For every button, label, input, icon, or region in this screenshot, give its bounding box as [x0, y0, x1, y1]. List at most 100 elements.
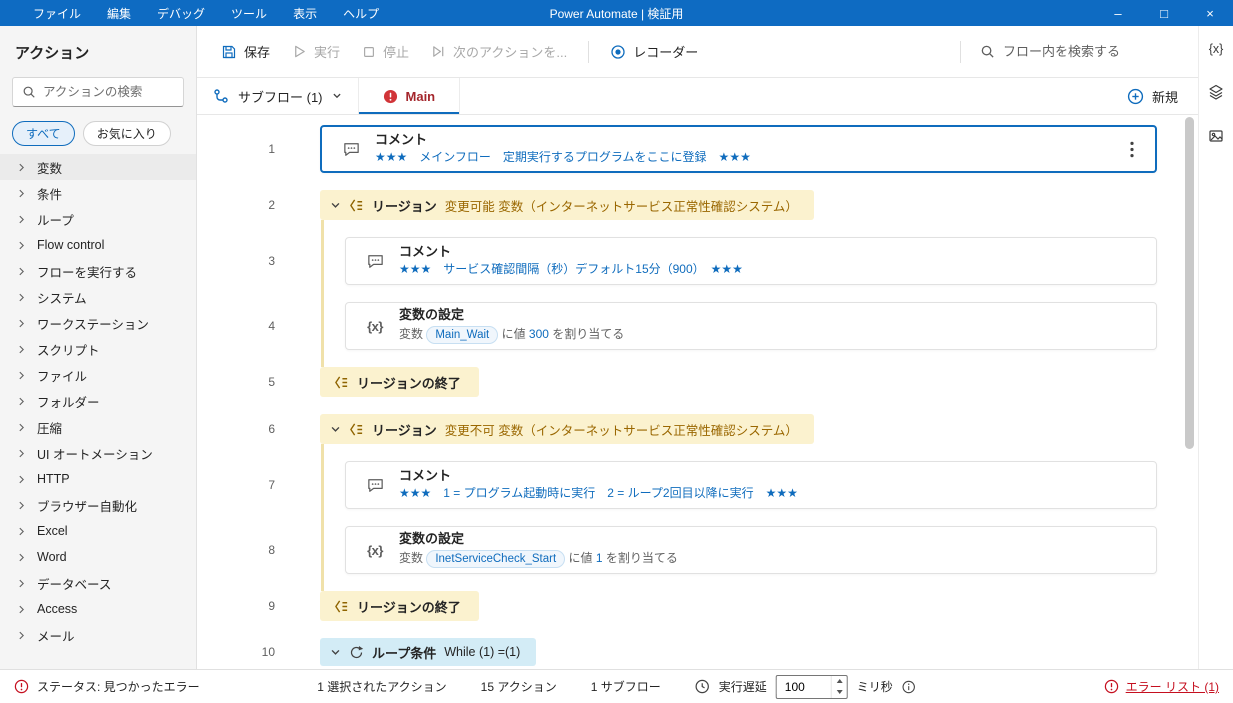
ui-elements-pane-button[interactable] — [1208, 84, 1224, 100]
variable-icon: {x} — [367, 542, 383, 558]
sidebar-item[interactable]: 圧縮 — [0, 414, 196, 440]
action-card-set-variable[interactable]: {x} 変数の設定 変数 Main_Wait に値 300 を割り当てる — [345, 302, 1157, 350]
sidebar-item[interactable]: Word — [0, 544, 196, 570]
sidebar-item-label: Flow control — [37, 238, 105, 252]
sidebar-item[interactable]: 条件 — [0, 180, 196, 206]
menu-item[interactable]: ヘルプ — [330, 0, 392, 26]
chevron-right-icon — [17, 163, 27, 172]
images-pane-button[interactable] — [1208, 128, 1224, 144]
variable-pill[interactable]: InetServiceCheck_Start — [426, 549, 566, 569]
region-name: 変更不可 変数（インターネットサービス正常性確認システム） — [444, 423, 798, 438]
plus-circle-icon — [1127, 88, 1144, 105]
sidebar-item[interactable]: Access — [0, 596, 196, 622]
stop-icon — [362, 45, 376, 59]
menu-item[interactable]: 編集 — [94, 0, 144, 26]
variables-pane-button[interactable]: {x} — [1209, 42, 1224, 56]
action-search-input[interactable] — [43, 85, 174, 99]
sidebar-item[interactable]: フォルダー — [0, 388, 196, 414]
chevron-down-icon[interactable] — [330, 647, 341, 658]
action-menu-button[interactable] — [1121, 141, 1143, 158]
chevron-right-icon — [17, 579, 27, 588]
spinner-down-icon[interactable] — [836, 690, 843, 694]
sidebar-item-label: Excel — [37, 524, 68, 538]
action-card-comment[interactable]: コメント ★★★ メインフロー 定期実行するプログラムをここに登録 ★★★ — [320, 125, 1157, 173]
status-message: ステータス: 見つかったエラー — [14, 678, 200, 695]
loop-condition[interactable]: ループ条件 While (1) =(1) — [320, 638, 537, 666]
minimize-button[interactable]: – — [1095, 0, 1141, 26]
actions-sidebar: アクション すべて お気に入り 変数条件ループ Flow control フローを実… — [0, 26, 197, 669]
action-card-comment[interactable]: コメント ★★★ 1 = プログラム起動時に実行 2 = ループ2回目以降に実行 … — [345, 461, 1157, 509]
toolbar: 保存 実行 停止 次のアクションを... レコーダー — [197, 26, 1198, 78]
canvas-scrollbar[interactable] — [1185, 117, 1194, 449]
step-button[interactable]: 次のアクションを... — [421, 36, 577, 68]
action-card-comment[interactable]: コメント ★★★ サービス確認間隔（秒）デフォルト15分（900） ★★★ — [345, 237, 1157, 285]
region-end-label: リージョンの終了 — [357, 375, 461, 391]
error-icon — [1104, 679, 1119, 694]
sidebar-item[interactable]: ブラウザー自動化 — [0, 492, 196, 518]
error-list-link[interactable]: エラー リスト (1) — [1104, 678, 1219, 695]
chevron-right-icon — [17, 423, 27, 432]
delay-spinner[interactable] — [830, 675, 847, 698]
sidebar-item[interactable]: システム — [0, 284, 196, 310]
menu-item[interactable]: ファイル — [20, 0, 94, 26]
info-icon[interactable] — [902, 680, 916, 694]
action-title: コメント — [375, 132, 428, 148]
region-end[interactable]: リージョンの終了 — [320, 591, 479, 621]
save-icon — [221, 44, 237, 60]
flow-search-box[interactable] — [972, 44, 1184, 59]
close-button[interactable]: × — [1187, 0, 1233, 26]
subflow-selector[interactable]: サブフロー (1) — [197, 78, 359, 114]
chevron-right-icon — [17, 605, 27, 614]
menu-item[interactable]: 表示 — [280, 0, 330, 26]
sidebar-item[interactable]: フローを実行する — [0, 258, 196, 284]
chevron-down-icon[interactable] — [330, 424, 341, 435]
recorder-button[interactable]: レコーダー — [600, 36, 708, 68]
filter-favorites-pill[interactable]: お気に入り — [82, 121, 171, 146]
sidebar-item[interactable]: メール — [0, 622, 196, 648]
flow-search-input[interactable] — [1003, 44, 1176, 59]
action-search-box[interactable] — [12, 77, 184, 107]
chevron-down-icon[interactable] — [330, 200, 341, 211]
action-subtitle: 変数 InetServiceCheck_Start に値 1 を割り当てる — [399, 549, 1144, 569]
region-start[interactable]: リージョン 変更可能 変数（インターネットサービス正常性確認システム） — [320, 190, 814, 220]
right-rail: {x} — [1198, 26, 1233, 669]
search-icon — [22, 85, 36, 99]
stop-button[interactable]: 停止 — [352, 36, 419, 68]
sidebar-item[interactable]: Flow control — [0, 232, 196, 258]
recorder-icon — [610, 44, 626, 60]
chevron-right-icon — [17, 241, 27, 250]
run-button[interactable]: 実行 — [282, 36, 350, 68]
loop-label: ループ条件 — [372, 645, 437, 661]
sidebar-item[interactable]: データベース — [0, 570, 196, 596]
sidebar-item[interactable]: ループ — [0, 206, 196, 232]
power-automate-window: ファイル 編集 デバッグ ツール 表示 ヘルプ Power Automate | 検証用 … — [0, 0, 1233, 703]
sidebar-item[interactable]: UI オートメーション — [0, 440, 196, 466]
action-groups-list: 変数 条件 ループ Flow control フローを実行する システム ワークステーション… — [0, 154, 196, 648]
sidebar-item[interactable]: Excel — [0, 518, 196, 544]
sidebar-item[interactable]: 変数 — [0, 154, 196, 180]
chevron-right-icon — [17, 397, 27, 406]
sidebar-item[interactable]: ファイル — [0, 362, 196, 388]
delay-input[interactable] — [776, 679, 831, 694]
sidebar-item[interactable]: HTTP — [0, 466, 196, 492]
sidebar-item[interactable]: ワークステーション — [0, 310, 196, 336]
save-label: 保存 — [244, 45, 271, 60]
spinner-up-icon[interactable] — [836, 679, 843, 683]
action-card-set-variable[interactable]: {x} 変数の設定 変数 InetServiceCheck_Start に値 1 を… — [345, 526, 1157, 574]
variable-pill[interactable]: Main_Wait — [426, 325, 499, 345]
flow-row: 5 リージョンの終了 — [197, 367, 1198, 397]
selected-actions-count: 1 選択されたアクション — [317, 680, 447, 694]
region-icon — [349, 422, 364, 437]
sidebar-item[interactable]: スクリプト — [0, 336, 196, 362]
region-end[interactable]: リージョンの終了 — [320, 367, 479, 397]
region-start[interactable]: リージョン 変更不可 変数（インターネットサービス正常性確認システム） — [320, 414, 814, 444]
stop-label: 停止 — [383, 45, 410, 60]
maximize-button[interactable]: □ — [1141, 0, 1187, 26]
menu-item[interactable]: ツール — [218, 0, 280, 26]
tab-main[interactable]: Main — [359, 78, 461, 114]
menu-item[interactable]: デバッグ — [144, 0, 218, 26]
save-button[interactable]: 保存 — [211, 36, 280, 68]
chevron-right-icon — [17, 371, 27, 380]
filter-all-pill[interactable]: すべて — [12, 121, 75, 146]
new-subflow-button[interactable]: 新規 — [1107, 78, 1198, 114]
